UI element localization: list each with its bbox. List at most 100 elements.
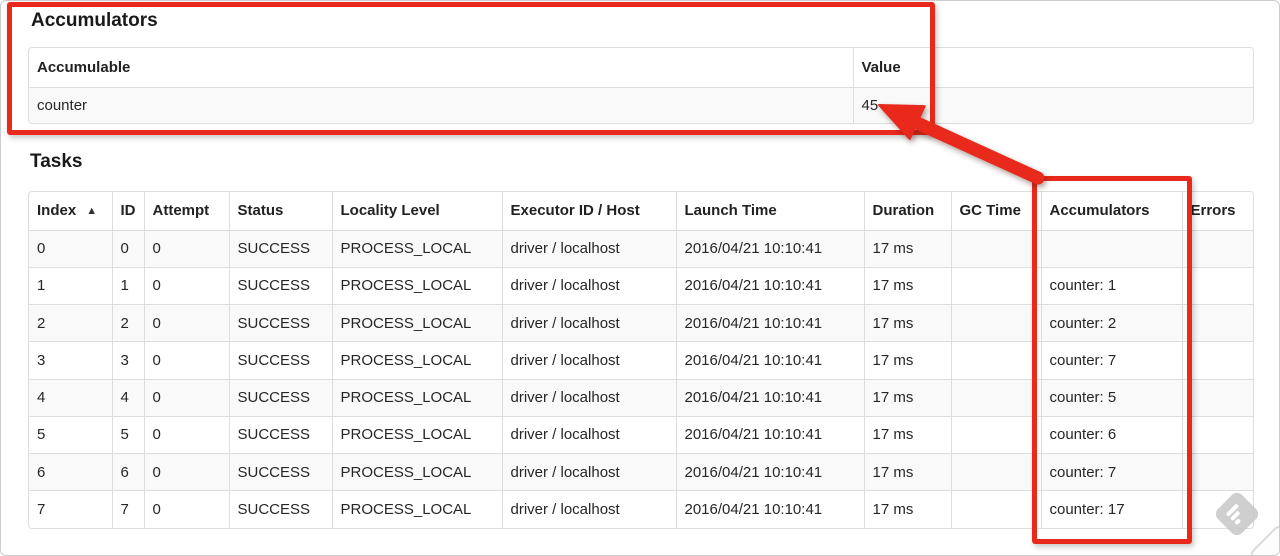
table-cell: 2016/04/21 10:10:41 — [675, 452, 864, 491]
table-cell: 6 — [111, 452, 144, 491]
column-header-status[interactable]: Status — [228, 192, 332, 230]
table-cell: 0 — [143, 452, 229, 491]
table-cell: 0 — [143, 266, 229, 305]
column-header-gc-time[interactable]: GC Time — [950, 192, 1041, 230]
table-cell — [1040, 229, 1182, 268]
table-cell: counter: 17 — [1040, 490, 1182, 528]
table-cell: 2016/04/21 10:10:41 — [675, 490, 864, 528]
table-cell — [1181, 378, 1253, 417]
table-cell: 2016/04/21 10:10:41 — [675, 415, 864, 454]
table-cell: driver / localhost — [501, 341, 676, 379]
table-cell: counter: 7 — [1040, 341, 1182, 379]
column-header-launch-time[interactable]: Launch Time — [675, 192, 864, 230]
table-cell: 1 — [111, 266, 144, 305]
column-header-label: Index — [37, 202, 77, 220]
table-cell: 0 — [29, 229, 112, 268]
table-cell: SUCCESS — [228, 303, 332, 342]
table-cell: 7 — [111, 490, 144, 528]
table-cell: PROCESS_LOCAL — [331, 229, 502, 268]
table-cell: counter: 6 — [1040, 415, 1182, 454]
column-header-executor-id-host[interactable]: Executor ID / Host — [501, 192, 676, 230]
column-header-label: ID — [120, 202, 136, 220]
table-cell: 3 — [29, 341, 112, 379]
table-cell: PROCESS_LOCAL — [331, 341, 502, 379]
table-cell — [950, 490, 1041, 528]
column-header-accumulators[interactable]: Accumulators — [1040, 192, 1182, 230]
column-header-id[interactable]: ID — [111, 192, 144, 230]
table-row: counter 45 — [29, 86, 1253, 123]
table-cell: SUCCESS — [228, 452, 332, 491]
table-cell — [1181, 415, 1253, 454]
column-header-value[interactable]: Value — [852, 48, 1253, 87]
column-header-accumulable[interactable]: Accumulable — [29, 48, 853, 87]
column-header-label: Attempt — [152, 202, 210, 220]
column-header-label: GC Time — [959, 202, 1021, 220]
table-row: 6 6 0 SUCCESS PROCESS_LOCAL driver / localhos… — [29, 452, 1253, 491]
table-cell — [950, 266, 1041, 305]
table-row: 2 2 0 SUCCESS PROCESS_LOCAL driver / localhos… — [29, 303, 1253, 342]
table-cell: 6 — [29, 452, 112, 491]
table-row: 0 0 0 SUCCESS PROCESS_LOCAL driver / localhos… — [29, 229, 1253, 268]
table-cell: driver / localhost — [501, 490, 676, 528]
table-cell: SUCCESS — [228, 490, 332, 528]
table-row: 4 4 0 SUCCESS PROCESS_LOCAL driver / localhos… — [29, 378, 1253, 417]
table-cell: driver / localhost — [501, 303, 676, 342]
table-cell: SUCCESS — [228, 341, 332, 379]
table-cell: driver / localhost — [501, 452, 676, 491]
table-row: 1 1 0 SUCCESS PROCESS_LOCAL driver / localhos… — [29, 266, 1253, 305]
column-header-duration[interactable]: Duration — [863, 192, 951, 230]
table-cell: 0 — [143, 378, 229, 417]
table-cell: 3 — [111, 341, 144, 379]
table-cell — [950, 415, 1041, 454]
table-cell — [1181, 452, 1253, 491]
table-cell: 2 — [29, 303, 112, 342]
table-cell: SUCCESS — [228, 415, 332, 454]
accumulators-section-heading: Accumulators — [31, 10, 158, 31]
accumulable-table: Accumulable Value counter 45 — [29, 48, 1253, 123]
table-cell: driver / localhost — [501, 415, 676, 454]
table-cell: 0 — [143, 303, 229, 342]
table-cell: 1 — [29, 266, 112, 305]
tasks-header-row: Index ▲ ID Attempt Status Locality Level Execu… — [29, 192, 1253, 230]
table-cell: driver / localhost — [501, 378, 676, 417]
column-header-label: Errors — [1190, 202, 1236, 220]
accumulable-header-row: Accumulable Value — [29, 48, 1253, 87]
table-cell: SUCCESS — [228, 229, 332, 268]
table-cell — [950, 303, 1041, 342]
column-header-label: Launch Time — [684, 202, 777, 220]
table-cell: driver / localhost — [501, 229, 676, 268]
table-cell — [950, 452, 1041, 491]
accumulable-table-container: Accumulable Value counter 45 — [28, 47, 1254, 124]
table-row: 3 3 0 SUCCESS PROCESS_LOCAL driver / localhos… — [29, 341, 1253, 379]
table-cell: PROCESS_LOCAL — [331, 490, 502, 528]
tasks-table-container: Index ▲ ID Attempt Status Locality Level Execu… — [28, 191, 1254, 529]
table-cell: 2016/04/21 10:10:41 — [675, 378, 864, 417]
table-cell: 17 ms — [863, 415, 951, 454]
table-cell: 5 — [111, 415, 144, 454]
column-header-errors[interactable]: Errors — [1181, 192, 1253, 230]
table-cell: counter: 5 — [1040, 378, 1182, 417]
column-header-label: Status — [237, 202, 284, 220]
column-header-index[interactable]: Index ▲ — [29, 192, 112, 230]
table-cell: 17 ms — [863, 452, 951, 491]
table-cell: 17 ms — [863, 266, 951, 305]
column-header-label: Value — [861, 58, 901, 76]
table-cell: 0 — [143, 415, 229, 454]
table-cell — [1181, 266, 1253, 305]
table-cell: PROCESS_LOCAL — [331, 415, 502, 454]
column-header-label: Accumulators — [1049, 202, 1150, 220]
table-cell: counter: 2 — [1040, 303, 1182, 342]
table-cell: 4 — [29, 378, 112, 417]
table-cell — [1181, 341, 1253, 379]
table-cell: 17 ms — [863, 303, 951, 342]
column-header-attempt[interactable]: Attempt — [143, 192, 229, 230]
table-cell: counter: 1 — [1040, 266, 1182, 305]
table-cell: 2016/04/21 10:10:41 — [675, 229, 864, 268]
tasks-section-heading: Tasks — [30, 151, 83, 172]
column-header-locality-level[interactable]: Locality Level — [331, 192, 502, 230]
table-cell: 7 — [29, 490, 112, 528]
table-cell: PROCESS_LOCAL — [331, 378, 502, 417]
column-header-label: Executor ID / Host — [510, 202, 640, 220]
table-cell — [950, 229, 1041, 268]
table-cell: 0 — [143, 490, 229, 528]
